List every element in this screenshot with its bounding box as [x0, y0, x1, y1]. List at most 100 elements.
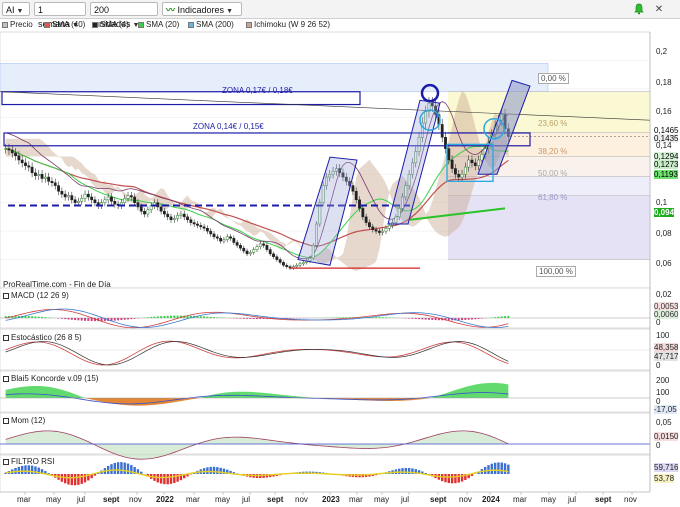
panel-title-macd[interactable]: MACD (12 26 9) [3, 291, 69, 300]
candle-body [199, 225, 203, 228]
panel-config-icon [3, 292, 9, 299]
candle-body [192, 222, 196, 225]
mom-tick: 0,05 [656, 418, 672, 427]
candle-body [301, 262, 305, 265]
candle-body [179, 213, 183, 216]
candle-body [361, 208, 365, 218]
candle-body [53, 182, 57, 186]
candle-body [86, 193, 90, 198]
candle-body [215, 236, 219, 239]
candle-body [57, 185, 60, 192]
macd-histogram-bar [199, 316, 202, 318]
candle-body [113, 200, 117, 205]
x-tick-label: mar [349, 495, 363, 504]
rsi-bar [27, 465, 31, 474]
macd-histogram-bar [170, 315, 173, 318]
candle-body [50, 181, 54, 184]
macd-histogram-bar [345, 317, 348, 318]
candle-body [189, 219, 193, 223]
macd-histogram-bar [34, 316, 37, 318]
macd-histogram-bar [27, 316, 30, 318]
candle-body [447, 148, 451, 161]
candle-body [129, 195, 133, 198]
x-tick-label: 2023 [322, 495, 340, 504]
x-tick-label: jul [77, 495, 86, 504]
stoch-value: 47,717 [654, 352, 679, 361]
rsi-bar [404, 467, 408, 474]
macd-histogram-bar [252, 318, 255, 319]
rsi-bar [80, 474, 83, 484]
candle-body [47, 176, 51, 182]
macd-histogram-bar [31, 316, 34, 318]
macd-histogram-bar [507, 315, 510, 318]
candle-body [457, 173, 461, 178]
fib-label-100: 100,00 % [536, 266, 576, 277]
macd-histogram-bar [497, 316, 500, 318]
rsi-bar [447, 474, 451, 484]
candle-body [252, 249, 256, 253]
zone-label-1: ZONA 0,17€ / 0,18€ [222, 86, 293, 95]
rsi-bar [156, 474, 159, 483]
rsi-bar [63, 474, 67, 484]
rsi-bar [30, 465, 34, 474]
macd-histogram-bar [156, 316, 159, 318]
panel-title-stochastic[interactable]: Estocástico (26 8 5) [3, 333, 82, 342]
macd-histogram-bar [381, 317, 384, 318]
candle-body [239, 245, 242, 249]
macd-histogram-bar [146, 317, 149, 318]
candle-body [255, 246, 259, 250]
macd-histogram-bar [166, 315, 169, 318]
rsi-bar [17, 466, 21, 474]
x-tick-label: mar [513, 495, 527, 504]
fib-zone [448, 195, 650, 260]
y-tick: 0,18 [656, 78, 672, 87]
x-tick-label: nov [624, 495, 637, 504]
candle-body [186, 216, 189, 220]
fib-label-38: 38,20 % [538, 147, 568, 156]
rsi-bar [444, 474, 447, 483]
fib-label-0: 0,00 % [538, 73, 569, 84]
panel-title-rsi[interactable]: FILTRO RSI [3, 457, 54, 466]
rsi-value: 53,78 [654, 474, 675, 483]
candle-body [40, 173, 44, 179]
candle-body [245, 250, 249, 255]
candle-body [298, 263, 302, 266]
x-tick-label: nov [295, 495, 308, 504]
candle-body [467, 159, 471, 168]
macd-histogram-bar [216, 317, 219, 318]
rsi-bar [407, 468, 411, 474]
candle-body [265, 245, 269, 250]
rsi-bar [120, 462, 123, 474]
macd-histogram-bar [259, 318, 262, 320]
panel-title-mom[interactable]: Mom (12) [3, 416, 45, 425]
macd-histogram-bar [44, 317, 47, 318]
x-tick-label: jul [568, 495, 577, 504]
y-tick: 0,1193 [654, 170, 678, 179]
mom-tick: 0 [656, 441, 661, 450]
macd-histogram-bar [173, 315, 176, 318]
candle-body [222, 239, 226, 242]
candle-body [20, 159, 24, 164]
candle-body [10, 149, 14, 154]
rsi-bar [503, 463, 507, 474]
macd-histogram-bar [213, 317, 216, 318]
candle-body [7, 148, 11, 151]
macd-histogram-bar [87, 318, 90, 321]
macd-histogram-bar [338, 317, 341, 318]
x-tick-label: may [541, 495, 557, 504]
macd-histogram-bar [256, 318, 258, 319]
macd-histogram-bar [67, 318, 70, 320]
candle-body [351, 185, 355, 192]
macd-histogram-bar [70, 318, 73, 320]
candle-body [295, 264, 299, 267]
rsi-bar [73, 474, 77, 486]
macd-histogram-bar [378, 317, 381, 318]
candle-body [169, 216, 173, 220]
macd-tick: 0 [656, 318, 661, 327]
panel-title-text: Estocástico (26 8 5) [11, 333, 82, 342]
macd-histogram-bar [127, 318, 130, 320]
candle-body [43, 176, 47, 179]
panel-title-koncorde[interactable]: Blai5 Koncorde v.09 (15) [3, 374, 98, 383]
macd-histogram-bar [424, 318, 427, 320]
candle-body [172, 218, 176, 220]
